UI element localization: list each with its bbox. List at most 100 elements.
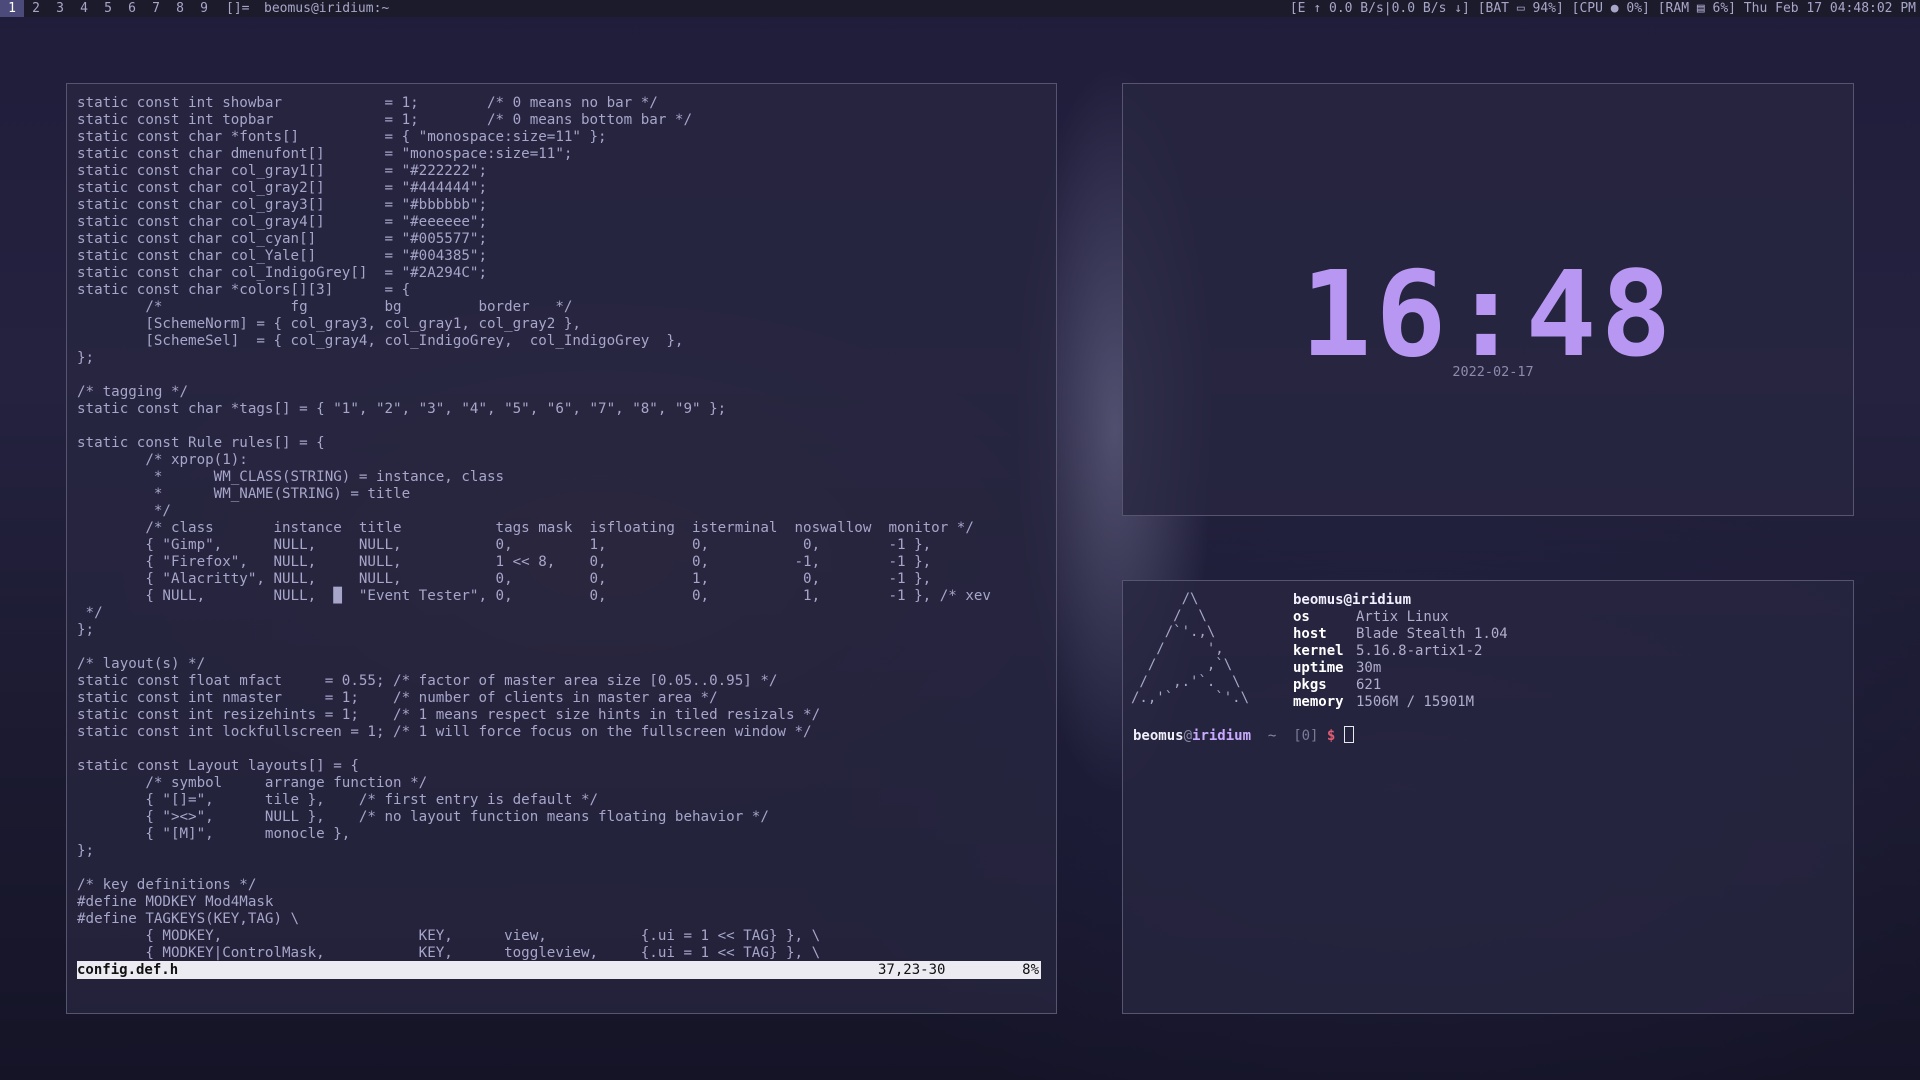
statusline-scroll-percent: 8%: [1022, 962, 1039, 978]
fetch-row-uptime: uptime 30m: [1293, 660, 1508, 677]
code-line: */: [77, 503, 171, 519]
code-line: static const char col_cyan[] = "#005577"…: [77, 231, 487, 247]
code-line: { "Alacritty", NULL, NULL, 0, 0, 1, 0, -…: [77, 571, 932, 587]
fetch-value: Artix Linux: [1356, 609, 1449, 625]
code-line: /* layout(s) */: [77, 656, 206, 672]
statusline-filename: config.def.h: [77, 962, 179, 978]
code-line: static const char col_gray3[] = "#bbbbbb…: [77, 197, 487, 213]
code-line: static const char col_IndigoGrey[] = "#2…: [77, 265, 487, 281]
fetch-value: 5.16.8-artix1-2: [1356, 643, 1483, 659]
code-line: static const float mfact = 0.55; /* fact…: [77, 673, 778, 689]
code-line: static const char col_gray1[] = "#222222…: [77, 163, 487, 179]
code-line: static const char col_gray4[] = "#eeeeee…: [77, 214, 487, 230]
code-line: #define MODKEY Mod4Mask: [77, 894, 274, 910]
layout-indicator[interactable]: []=: [226, 0, 249, 17]
code-line: */: [77, 605, 103, 621]
tag-5[interactable]: 5: [96, 0, 120, 17]
system-status: [E ↑ 0.0 B/s|0.0 B/s ↓] [BAT ▭ 94%] [CPU…: [1289, 1, 1916, 16]
tag-7[interactable]: 7: [144, 0, 168, 17]
code-line: /* class instance title tags mask isfloa…: [77, 520, 974, 536]
code-line: * WM_NAME(STRING) = title: [77, 486, 411, 502]
code-line: /* xprop(1):: [77, 452, 248, 468]
code-line: * WM_CLASS(STRING) = instance, class: [77, 469, 505, 485]
artix-logo: /\ / \ /`'.,\ / ', / ,`\ / ,.'`. \ /.,'`…: [1131, 591, 1250, 706]
code-line: static const Rule rules[] = {: [77, 435, 325, 451]
code-line: [SchemeNorm] = { col_gray3, col_gray1, c…: [77, 316, 581, 332]
tag-8[interactable]: 8: [168, 0, 192, 17]
fetch-value: Blade Stealth 1.04: [1356, 626, 1508, 642]
tag-6[interactable]: 6: [120, 0, 144, 17]
tag-2[interactable]: 2: [24, 0, 48, 17]
code-line: /* key definitions */: [77, 877, 257, 893]
code-line: { NULL, NULL, █ "Event Tester", 0, 0, 0,…: [77, 588, 991, 604]
fetch-row-memory: memory 1506M / 15901M: [1293, 694, 1508, 711]
code-line: { MODKEY, KEY, view, {.ui = 1 << TAG} },…: [77, 928, 821, 944]
prompt-dir: ~: [1267, 728, 1277, 744]
prompt-exit-status: [0]: [1293, 728, 1319, 744]
fetch-key: host: [1293, 626, 1327, 642]
editor-window[interactable]: static const int showbar = 1; /* 0 means…: [66, 83, 1057, 1014]
code-line: };: [77, 622, 95, 638]
tag-9[interactable]: 9: [192, 0, 216, 17]
fetch-user-host: beomus@iridium: [1293, 592, 1412, 608]
code-line: { "Gimp", NULL, NULL, 0, 1, 0, 0, -1 },: [77, 537, 932, 553]
window-title: beomus@iridium:~: [264, 1, 390, 16]
tag-3[interactable]: 3: [48, 0, 72, 17]
code-line: static const char *fonts[] = { "monospac…: [77, 129, 607, 145]
code-line: static const char col_Yale[] = "#004385"…: [77, 248, 487, 264]
code-line: static const int nmaster = 1; /* number …: [77, 690, 718, 706]
code-line: { "[]=", tile }, /* first entry is defau…: [77, 792, 599, 808]
fetch-info: beomus@iridium os Artix Linux host Blade St…: [1293, 592, 1508, 711]
statusline-cursor-position: 37,23-30: [878, 962, 946, 978]
code-line: static const char dmenufont[] = "monospa…: [77, 146, 573, 162]
code-line: static const int lockfullscreen = 1; /* …: [77, 724, 812, 740]
code-line: { "Firefox", NULL, NULL, 1 << 8, 0, 0, -…: [77, 554, 932, 570]
fetch-value: 30m: [1356, 660, 1382, 676]
terminal-cursor: [1343, 726, 1354, 743]
code-line: static const int showbar = 1; /* 0 means…: [77, 95, 658, 111]
code-line: { "><>", NULL }, /* no layout function m…: [77, 809, 769, 825]
fetch-value: 621: [1356, 677, 1382, 693]
fetch-row-pkgs: pkgs 621: [1293, 677, 1508, 694]
clock-window[interactable]: 16:48 2022-02-17: [1122, 83, 1854, 516]
code-line: #define TAGKEYS(KEY,TAG) \: [77, 911, 300, 927]
code-line: static const Layout layouts[] = {: [77, 758, 359, 774]
code-buffer[interactable]: static const int showbar = 1; /* 0 means…: [77, 95, 991, 962]
code-line: /* symbol arrange function */: [77, 775, 428, 791]
status-bar: 123456789 []= beomus@iridium:~ [E ↑ 0.0 …: [0, 0, 1920, 17]
fetch-key: kernel: [1293, 643, 1344, 659]
code-line: static const char *colors[][3] = {: [77, 282, 411, 298]
tag-4[interactable]: 4: [72, 0, 96, 17]
code-line: { MODKEY|ControlMask, KEY, toggleview, {…: [77, 945, 821, 961]
clock-time: 16:48: [1300, 245, 1676, 383]
vim-statusline: config.def.h 37,23-30 8%: [77, 961, 1041, 979]
prompt-host: iridium: [1192, 728, 1252, 744]
code-line: [SchemeSel] = { col_gray4, col_IndigoGre…: [77, 333, 684, 349]
code-line: { "[M]", monocle },: [77, 826, 351, 842]
tag-list: 123456789: [0, 0, 216, 17]
code-line: static const int resizehints = 1; /* 1 m…: [77, 707, 821, 723]
fetch-row-os: os Artix Linux: [1293, 609, 1508, 626]
clock-date: 2022-02-17: [1452, 364, 1534, 380]
code-line: };: [77, 843, 95, 859]
shell-prompt[interactable]: beomus@iridium ~ [0] $: [1133, 726, 1354, 744]
terminal-window[interactable]: /\ / \ /`'.,\ / ', / ,`\ / ,.'`. \ /.,'`…: [1122, 580, 1854, 1014]
prompt-symbol: $: [1326, 728, 1336, 744]
fetch-row-kernel: kernel 5.16.8-artix1-2: [1293, 643, 1508, 660]
code-line: /* fg bg border */: [77, 299, 573, 315]
fetch-key: memory: [1293, 694, 1344, 710]
code-line: };: [77, 350, 95, 366]
code-line: static const char *tags[] = { "1", "2", …: [77, 401, 727, 417]
tag-1[interactable]: 1: [0, 0, 24, 17]
fetch-key: os: [1293, 609, 1310, 625]
prompt-at: @: [1183, 728, 1193, 744]
prompt-user: beomus: [1133, 728, 1184, 744]
code-line: static const int topbar = 1; /* 0 means …: [77, 112, 692, 128]
code-line: static const char col_gray2[] = "#444444…: [77, 180, 487, 196]
fetch-value: 1506M / 15901M: [1356, 694, 1475, 710]
